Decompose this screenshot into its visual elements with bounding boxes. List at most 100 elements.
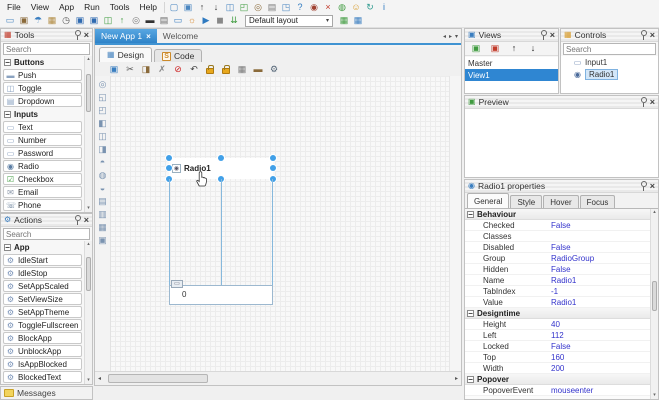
scroll-up-icon[interactable]: ▴ <box>85 56 92 63</box>
same-width-icon[interactable]: ▤ <box>98 196 107 206</box>
feedback-icon[interactable]: ☺ <box>349 1 363 13</box>
remove-view-icon[interactable]: ▣ <box>488 43 502 55</box>
property-value[interactable]: mouseenter <box>551 386 593 395</box>
new-app-icon[interactable]: ▢ <box>167 1 181 13</box>
tools-icon[interactable]: ⚙ <box>267 63 281 75</box>
pointer-tool-icon[interactable]: ◎ <box>99 79 107 89</box>
tab-focus[interactable]: Focus <box>580 195 616 208</box>
scroll-down-icon[interactable]: ▾ <box>85 377 92 384</box>
bring-front-icon[interactable]: ◱ <box>98 92 107 102</box>
run-app-icon[interactable]: ▶ <box>199 15 213 27</box>
action-item[interactable]: ⚙ BlockApp <box>3 332 82 344</box>
scroll-down-icon[interactable]: ▾ <box>85 205 92 212</box>
resize-handle-nw[interactable] <box>166 155 172 161</box>
property-value[interactable]: 40 <box>551 320 560 329</box>
move-view-up-icon[interactable]: ↑ <box>507 43 521 55</box>
controls-search-input[interactable] <box>563 43 656 55</box>
canvas-hscrollbar-thumb[interactable] <box>108 374 208 383</box>
tab-order-icon[interactable]: ▦ <box>235 63 249 75</box>
action-item[interactable]: ⚙ IdleStop <box>3 267 82 279</box>
image-icon[interactable]: ▣ <box>107 63 121 75</box>
tool-item[interactable]: ▭ Text <box>3 121 82 133</box>
align-center-icon[interactable]: ◫ <box>98 131 107 141</box>
save-all-icon[interactable]: ▣ <box>87 15 101 27</box>
pin-icon[interactable] <box>640 181 647 191</box>
same-height-icon[interactable]: ▥ <box>98 209 107 219</box>
exit-icon[interactable]: × <box>321 1 335 13</box>
property-group-header[interactable]: − Designtime <box>465 308 650 319</box>
resize-handle-n[interactable] <box>218 155 224 161</box>
action-item[interactable]: ⚙ IdleStart <box>3 254 82 266</box>
paste-icon[interactable]: ◨ <box>139 63 153 75</box>
property-value[interactable]: False <box>551 342 571 351</box>
collapse-icon[interactable]: − <box>4 244 11 251</box>
dom-panel-icon[interactable]: ▤ <box>157 15 171 27</box>
tool-item[interactable]: ☑ Checkbox <box>3 173 82 185</box>
menu-item[interactable]: View <box>26 2 54 12</box>
help-icon[interactable]: ? <box>293 1 307 13</box>
center-in-view-icon[interactable]: ▣ <box>98 235 107 245</box>
delete-control-icon[interactable]: ✗ <box>155 63 169 75</box>
pin-icon[interactable] <box>74 30 81 40</box>
send-back-icon[interactable]: ◰ <box>98 105 107 115</box>
collapse-icon[interactable]: − <box>467 376 474 383</box>
properties-scrollbar[interactable]: ▴ ▾ <box>650 209 658 399</box>
property-value[interactable]: False <box>551 221 571 230</box>
tools-scrollbar[interactable]: ▴ ▾ <box>84 56 92 212</box>
reset-layout-icon[interactable]: ▦ <box>351 15 365 27</box>
scroll-right-icon[interactable]: ▸ <box>455 375 458 382</box>
pin-icon[interactable] <box>74 215 81 225</box>
pin-icon[interactable] <box>640 30 647 40</box>
tool-item[interactable]: ✉ Email <box>3 186 82 198</box>
screenshot-icon[interactable]: ◉ <box>307 1 321 13</box>
properties-scrollbar-thumb[interactable] <box>652 281 657 311</box>
tab-style[interactable]: Style <box>510 195 542 208</box>
action-item[interactable]: ⚙ ToggleFullscreen <box>3 319 82 331</box>
menu-item[interactable]: File <box>2 2 26 12</box>
property-value[interactable]: 200 <box>551 364 564 373</box>
property-value[interactable]: 112 <box>551 331 564 340</box>
collapse-icon[interactable]: − <box>4 59 11 66</box>
tab-design[interactable]: ▦ Design <box>99 47 152 62</box>
close-tab-icon[interactable]: × <box>146 32 151 41</box>
tab-welcome[interactable]: Welcome <box>157 29 204 43</box>
tool-item[interactable]: ◉ Radio <box>3 160 82 172</box>
tab-list-icon[interactable]: ▾ <box>455 33 458 40</box>
collapse-icon[interactable]: − <box>4 111 11 118</box>
property-value[interactable]: False <box>551 243 571 252</box>
move-view-down-icon[interactable]: ↓ <box>526 43 540 55</box>
lock-position-icon[interactable] <box>222 68 230 74</box>
resize-handle-e[interactable] <box>270 165 276 171</box>
actions-scrollbar[interactable]: ▴ ▾ <box>84 241 92 384</box>
size-to-grid-icon[interactable]: ▦ <box>98 222 107 232</box>
view-item-master[interactable]: Master <box>465 57 558 69</box>
scroll-left-icon[interactable]: ◂ <box>98 375 101 382</box>
website-icon[interactable]: ◍ <box>335 1 349 13</box>
close-icon[interactable]: × <box>650 182 655 191</box>
messages-bar[interactable]: Messages <box>0 386 93 400</box>
print-icon[interactable]: ▤ <box>265 1 279 13</box>
search-app-icon[interactable]: ◎ <box>251 1 265 13</box>
tab-scroll-right-icon[interactable]: ▸ <box>449 33 452 40</box>
update-check-icon[interactable]: ↻ <box>363 1 377 13</box>
action-item[interactable]: ⚙ IsAppBlocked <box>3 358 82 370</box>
tools-scrollbar-thumb[interactable] <box>86 74 91 112</box>
tab-code[interactable]: S Code <box>154 49 202 62</box>
snippets-icon[interactable]: ▬ <box>251 63 265 75</box>
scroll-up-icon[interactable]: ▴ <box>651 209 658 216</box>
property-value[interactable]: Radio1 <box>551 276 576 285</box>
resize-handle-se[interactable] <box>270 176 276 182</box>
themes-icon[interactable]: ☂ <box>31 15 45 27</box>
close-icon[interactable]: × <box>550 31 555 40</box>
close-icon[interactable]: × <box>84 31 89 40</box>
resize-handle-w[interactable] <box>166 165 172 171</box>
open-app-icon[interactable]: ▣ <box>181 1 195 13</box>
input-control[interactable]: ▭ 0 <box>169 285 273 305</box>
save-layout-icon[interactable]: ▦ <box>337 15 351 27</box>
close-icon[interactable]: × <box>84 216 89 225</box>
history-icon[interactable]: ◷ <box>59 15 73 27</box>
tool-item[interactable]: ▬ Push <box>3 69 82 81</box>
property-group-header[interactable]: − Popover <box>465 374 650 385</box>
action-item[interactable]: ⚙ BlockedText <box>3 371 82 383</box>
view-item-view1[interactable]: View1 <box>465 69 558 81</box>
